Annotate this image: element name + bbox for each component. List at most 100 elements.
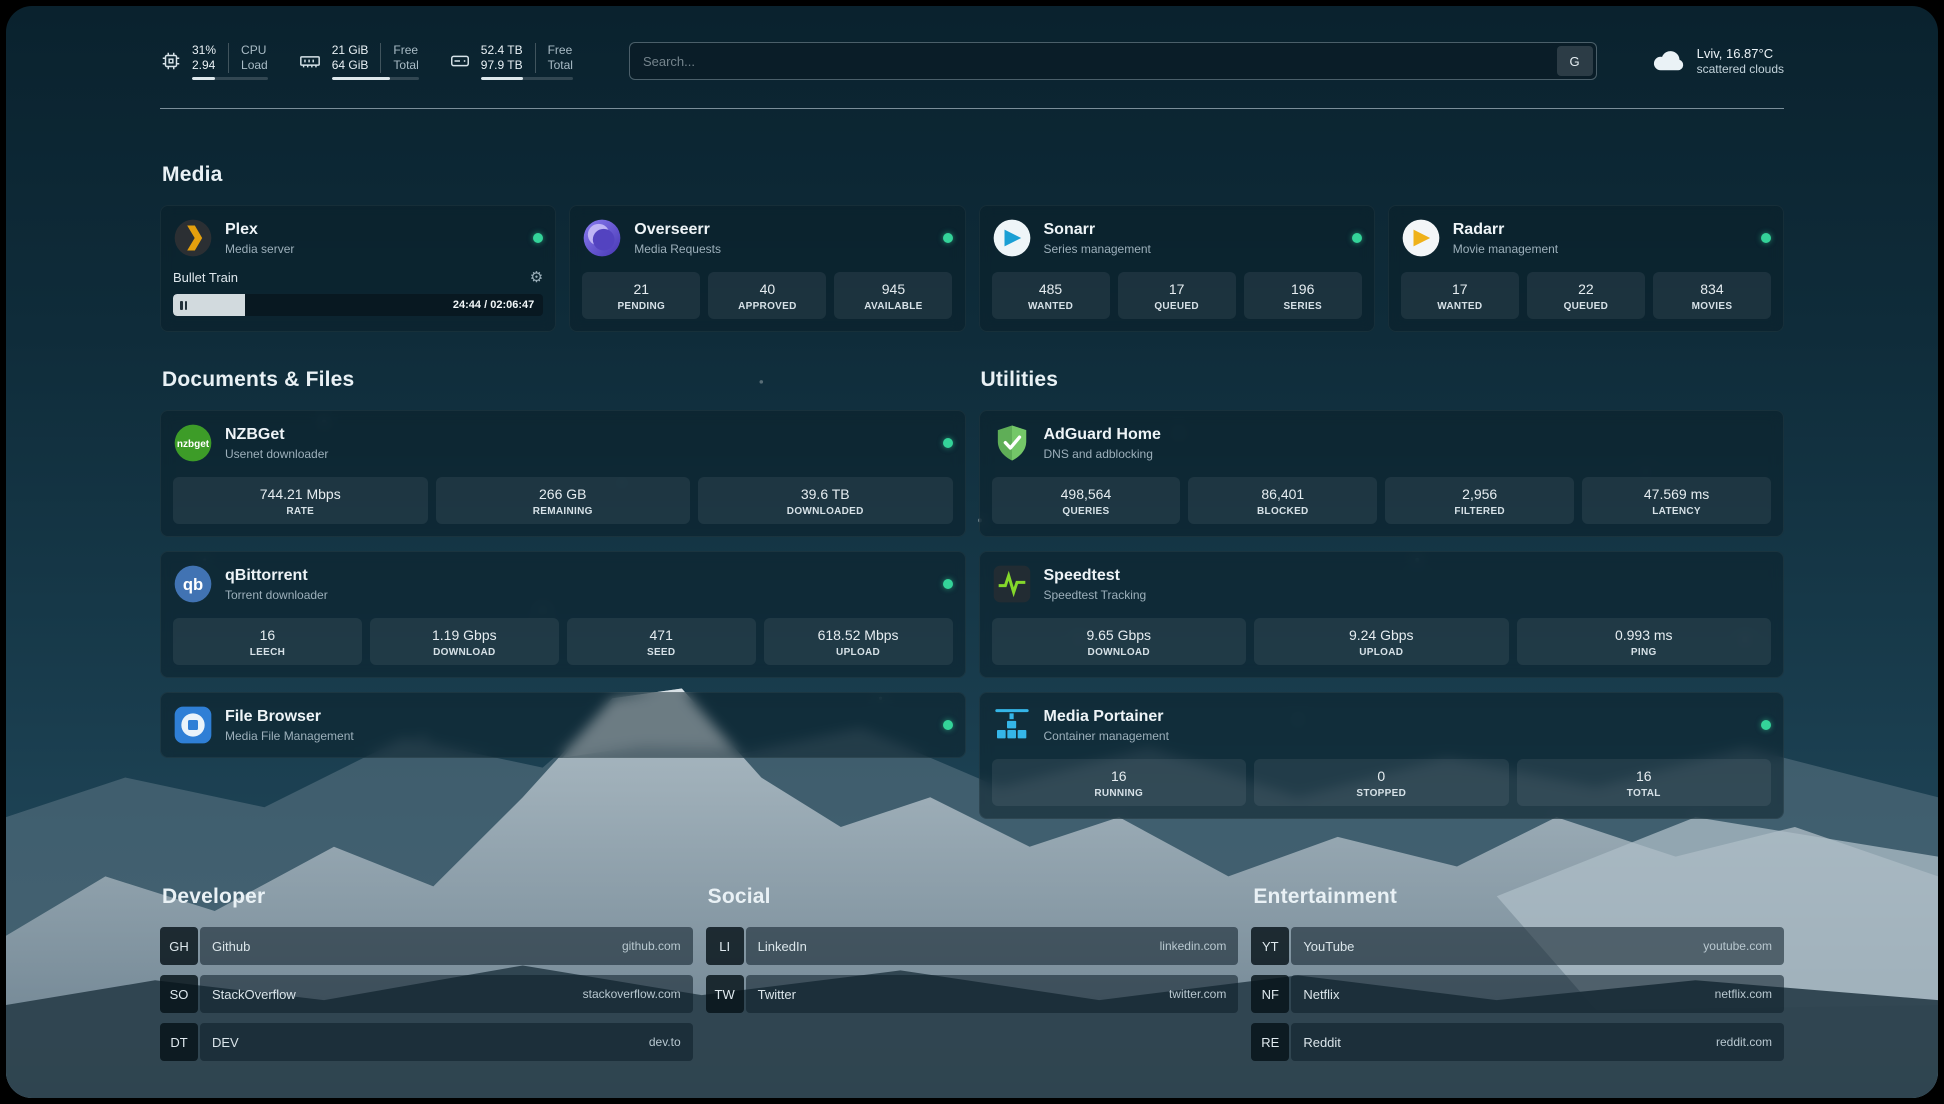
stat-label: APPROVED: [712, 301, 822, 312]
svg-text:nzbget: nzbget: [177, 439, 210, 450]
stat-value: 498,564: [996, 485, 1177, 503]
app-card-adguard[interactable]: AdGuard Home DNS and adblocking 498,564 …: [979, 410, 1785, 537]
cpu-label-bottom: Load: [241, 58, 268, 73]
search-engine-button[interactable]: G: [1557, 46, 1593, 76]
bookmark-name: YouTube: [1303, 939, 1354, 954]
ram-label-bottom: Total: [393, 58, 418, 73]
stat-box: 2,956 FILTERED: [1385, 477, 1574, 524]
stat-box: 744.21 Mbps RATE: [173, 477, 428, 524]
stat-box: 21 PENDING: [582, 272, 700, 319]
stat-value: 39.6 TB: [702, 485, 949, 503]
stat-box: 22 QUEUED: [1527, 272, 1645, 319]
search-input[interactable]: [633, 54, 1557, 69]
weather-condition: scattered clouds: [1697, 62, 1784, 77]
stat-value: 744.21 Mbps: [177, 485, 424, 503]
app-name: File Browser: [225, 707, 354, 727]
cpu-icon: [160, 50, 182, 72]
stat-value: 834: [1657, 280, 1767, 298]
stat-box: 16 RUNNING: [992, 759, 1247, 806]
stat-value: 17: [1405, 280, 1515, 298]
stat-value: 2,956: [1389, 485, 1570, 503]
status-dot-online: [1761, 720, 1771, 730]
portainer-icon: [992, 705, 1032, 745]
stat-value: 47.569 ms: [1586, 485, 1767, 503]
stat-box: 618.52 Mbps UPLOAD: [764, 618, 953, 665]
stat-value: 22: [1531, 280, 1641, 298]
app-card-nzbget[interactable]: nzbget NZBGet Usenet downloader 744.21 M…: [160, 410, 966, 537]
bookmark-name: LinkedIn: [758, 939, 807, 954]
app-name: AdGuard Home: [1044, 425, 1161, 445]
app-subtitle: Usenet downloader: [225, 446, 328, 462]
app-card-sonarr[interactable]: Sonarr Series management 485 WANTED 17 Q…: [979, 205, 1375, 332]
app-card-speedtest[interactable]: Speedtest Speedtest Tracking 9.65 Gbps D…: [979, 551, 1785, 678]
app-subtitle: Speedtest Tracking: [1044, 587, 1147, 603]
linkedin-icon: LI: [706, 927, 744, 965]
app-card-radarr[interactable]: Radarr Movie management 17 WANTED 22 QUE…: [1388, 205, 1784, 332]
app-card-qbittorrent[interactable]: qb qBittorrent Torrent downloader 16: [160, 551, 966, 678]
stat-box: 86,401 BLOCKED: [1188, 477, 1377, 524]
playback-progress-bar[interactable]: 24:44 / 02:06:47: [173, 294, 543, 316]
bookmark-stackoverflow[interactable]: SO StackOverflow stackoverflow.com: [160, 975, 693, 1013]
bookmark-url: youtube.com: [1703, 939, 1772, 953]
github-icon: GH: [160, 927, 198, 965]
stat-box: 9.65 Gbps DOWNLOAD: [992, 618, 1247, 665]
app-name: Sonarr: [1044, 220, 1151, 240]
app-card-portainer[interactable]: Media Portainer Container management 16 …: [979, 692, 1785, 819]
stat-value: 266 GB: [440, 485, 687, 503]
bookmark-dev[interactable]: DT DEV dev.to: [160, 1023, 693, 1061]
bookmark-netflix[interactable]: NF Netflix netflix.com: [1251, 975, 1784, 1013]
ram-total: 64 GiB: [332, 58, 369, 73]
bookmark-github[interactable]: GH Github github.com: [160, 927, 693, 965]
stat-box: 266 GB REMAINING: [436, 477, 691, 524]
disk-metric: 52.4 TB 97.9 TB Free Total: [449, 43, 573, 80]
app-name: qBittorrent: [225, 566, 328, 586]
stat-label: PENDING: [586, 301, 696, 312]
bookmark-name: Netflix: [1303, 987, 1339, 1002]
disk-label-top: Free: [548, 43, 573, 58]
svg-text:qb: qb: [183, 575, 203, 594]
plex-icon: [173, 218, 213, 258]
gear-icon[interactable]: ⚙: [530, 270, 543, 285]
weather-widget: Lviv, 16.87°C scattered clouds: [1651, 45, 1784, 77]
cpu-metric: 31% 2.94 CPU Load: [160, 43, 268, 80]
stat-value: 471: [571, 626, 752, 644]
stat-box: 9.24 Gbps UPLOAD: [1254, 618, 1509, 665]
app-card-filebrowser[interactable]: File Browser Media File Management: [160, 692, 966, 758]
app-subtitle: DNS and adblocking: [1044, 446, 1161, 462]
stat-box: 1.19 Gbps DOWNLOAD: [370, 618, 559, 665]
ram-free: 21 GiB: [332, 43, 369, 58]
bookmark-name: StackOverflow: [212, 987, 296, 1002]
stat-label: UPLOAD: [768, 647, 949, 658]
app-card-plex[interactable]: Plex Media server Bullet Train ⚙ 24:44: [160, 205, 556, 332]
bookmark-youtube[interactable]: YT YouTube youtube.com: [1251, 927, 1784, 965]
stat-label: WANTED: [996, 301, 1106, 312]
app-subtitle: Torrent downloader: [225, 587, 328, 603]
bookmark-twitter[interactable]: TW Twitter twitter.com: [706, 975, 1239, 1013]
bookmark-linkedin[interactable]: LI LinkedIn linkedin.com: [706, 927, 1239, 965]
stat-label: TOTAL: [1521, 788, 1768, 799]
stat-value: 0: [1258, 767, 1505, 785]
bookmark-reddit[interactable]: RE Reddit reddit.com: [1251, 1023, 1784, 1061]
stat-box: 17 QUEUED: [1118, 272, 1236, 319]
stat-label: SEED: [571, 647, 752, 658]
status-dot-online: [943, 438, 953, 448]
header-divider: [160, 108, 1784, 109]
stat-value: 21: [586, 280, 696, 298]
status-dot-online: [1352, 233, 1362, 243]
dev-icon: DT: [160, 1023, 198, 1061]
stat-box: 39.6 TB DOWNLOADED: [698, 477, 953, 524]
app-name: Plex: [225, 220, 294, 240]
weather-cloud-icon: [1651, 46, 1687, 77]
pause-icon[interactable]: [180, 301, 187, 310]
bookmark-url: stackoverflow.com: [583, 987, 681, 1001]
stat-value: 485: [996, 280, 1106, 298]
search-bar[interactable]: G: [629, 42, 1597, 80]
social-section-title: Social: [708, 885, 1239, 909]
stat-box: 834 MOVIES: [1653, 272, 1771, 319]
app-card-overseerr[interactable]: Overseerr Media Requests 21 PENDING 40 A…: [569, 205, 965, 332]
disk-usage-bar: [481, 77, 573, 80]
app-subtitle: Media Requests: [634, 241, 721, 257]
stat-value: 196: [1248, 280, 1358, 298]
stat-label: LEECH: [177, 647, 358, 658]
disk-total: 97.9 TB: [481, 58, 523, 73]
